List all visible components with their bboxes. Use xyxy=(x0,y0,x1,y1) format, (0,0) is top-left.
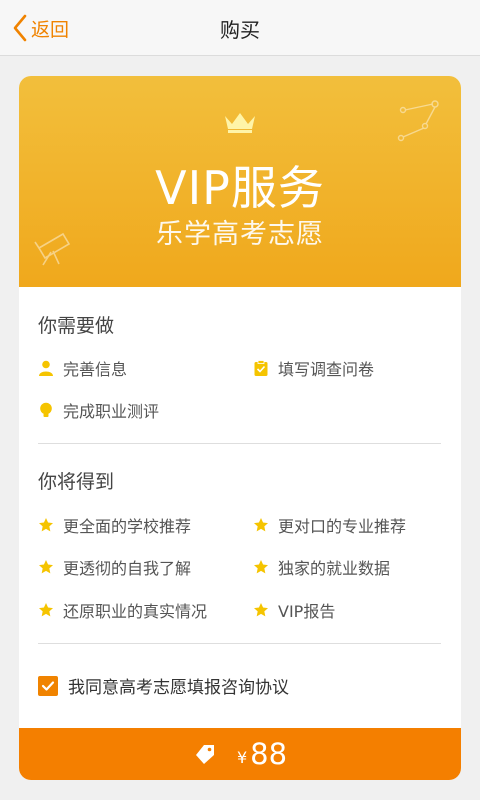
vip-banner: VIP服务 乐学高考志愿 xyxy=(19,76,461,287)
agreement-checkbox-row[interactable]: 我同意高考志愿填报咨询协议 xyxy=(38,673,289,698)
page-title: 购买 xyxy=(220,18,260,42)
vip-title: VIP服务 xyxy=(155,161,325,215)
vip-card: VIP服务 乐学高考志愿 你需要做 完善信息 填写调查问卷 完成职业测评 你将得… xyxy=(19,76,461,780)
benefit-item-label: 更全面的学校推荐 xyxy=(63,517,192,536)
star-icon xyxy=(39,560,53,574)
lightbulb-icon xyxy=(40,402,52,417)
benefit-item: 还原职业的真实情况 xyxy=(38,598,207,622)
todo-item: 填写调查问卷 xyxy=(253,356,374,380)
star-icon xyxy=(254,603,268,617)
telescope-icon xyxy=(34,232,71,266)
nav-bar: 返回 购买 xyxy=(0,0,480,56)
price-value: 88 xyxy=(250,737,288,771)
vip-subtitle: 乐学高考志愿 xyxy=(156,219,324,250)
clipboard-icon xyxy=(254,360,268,376)
benefit-item-label: VIP报告 xyxy=(278,602,336,621)
benefit-item-label: 更透彻的自我了解 xyxy=(63,559,192,578)
benefit-item: 更对口的专业推荐 xyxy=(253,513,406,537)
divider xyxy=(38,443,441,444)
todo-item-label: 完成职业测评 xyxy=(63,402,160,421)
benefits-heading: 你将得到 xyxy=(38,471,115,493)
star-icon xyxy=(254,560,268,574)
todo-item: 完成职业测评 xyxy=(38,398,159,422)
agreement-label: 我同意高考志愿填报咨询协议 xyxy=(68,678,289,698)
currency-symbol: ¥ xyxy=(236,747,248,767)
benefit-item-label: 更对口的专业推荐 xyxy=(278,517,407,536)
purchase-button[interactable]: ¥ 88 xyxy=(19,728,461,780)
agreement-checkbox[interactable] xyxy=(38,675,58,696)
user-icon xyxy=(39,360,53,376)
star-icon xyxy=(39,518,53,532)
benefit-item-label: 还原职业的真实情况 xyxy=(63,602,208,621)
todo-item: 完善信息 xyxy=(38,356,127,380)
star-icon xyxy=(254,518,268,532)
price-tag-icon xyxy=(195,745,214,764)
constellation-icon xyxy=(397,100,439,142)
checkmark-icon xyxy=(41,680,55,691)
benefit-item-label: 独家的就业数据 xyxy=(278,559,391,578)
benefit-item: VIP报告 xyxy=(253,598,335,622)
benefit-item: 独家的就业数据 xyxy=(253,555,390,579)
crown-icon xyxy=(225,113,255,133)
todo-item-label: 完善信息 xyxy=(63,360,128,379)
star-icon xyxy=(39,603,53,617)
benefit-item: 更全面的学校推荐 xyxy=(38,513,191,537)
benefit-item: 更透彻的自我了解 xyxy=(38,555,191,579)
todo-heading: 你需要做 xyxy=(38,315,115,337)
divider xyxy=(38,643,441,644)
todo-item-label: 填写调查问卷 xyxy=(278,360,375,379)
